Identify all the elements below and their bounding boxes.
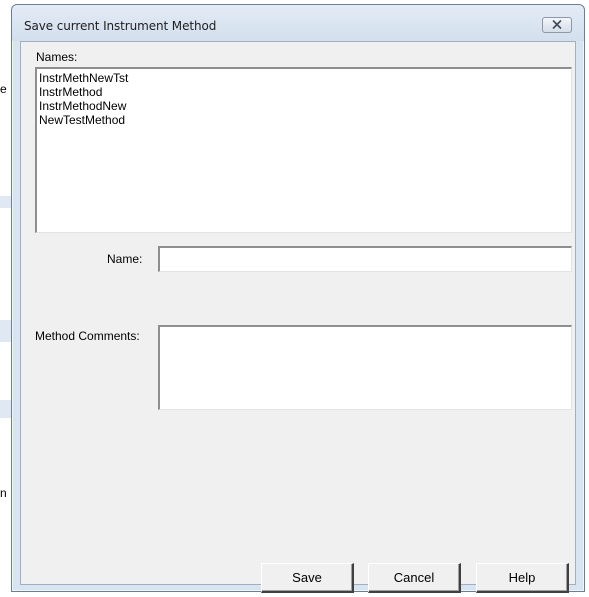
names-listbox[interactable]: InstrMethNewTst InstrMethod InstrMethodN… <box>35 67 572 233</box>
background-text: e <box>0 82 7 96</box>
screen: e n Save current Instrument Method Names… <box>0 0 589 597</box>
close-button[interactable] <box>542 17 572 33</box>
cancel-button[interactable]: Cancel <box>368 563 461 593</box>
close-icon <box>552 18 562 32</box>
dialog-body: Names: InstrMethNewTst InstrMethod Instr… <box>20 41 576 593</box>
dialog-title: Save current Instrument Method <box>24 19 217 33</box>
method-comments-label: Method Comments: <box>35 329 140 343</box>
list-item[interactable]: InstrMethodNew <box>39 99 571 113</box>
names-label: Names: <box>36 50 78 64</box>
background-text: n <box>0 486 7 500</box>
list-item[interactable]: InstrMethNewTst <box>39 71 571 85</box>
save-method-dialog: Save current Instrument Method Names: In… <box>11 4 585 593</box>
title-bar[interactable]: Save current Instrument Method <box>12 5 584 41</box>
help-button[interactable]: Help <box>476 563 569 593</box>
save-button[interactable]: Save <box>261 563 354 593</box>
list-item[interactable]: InstrMethod <box>39 85 571 99</box>
name-label: Name: <box>107 252 143 266</box>
method-comments-input[interactable] <box>158 325 572 410</box>
name-input[interactable] <box>158 246 572 272</box>
list-item[interactable]: NewTestMethod <box>39 113 571 127</box>
